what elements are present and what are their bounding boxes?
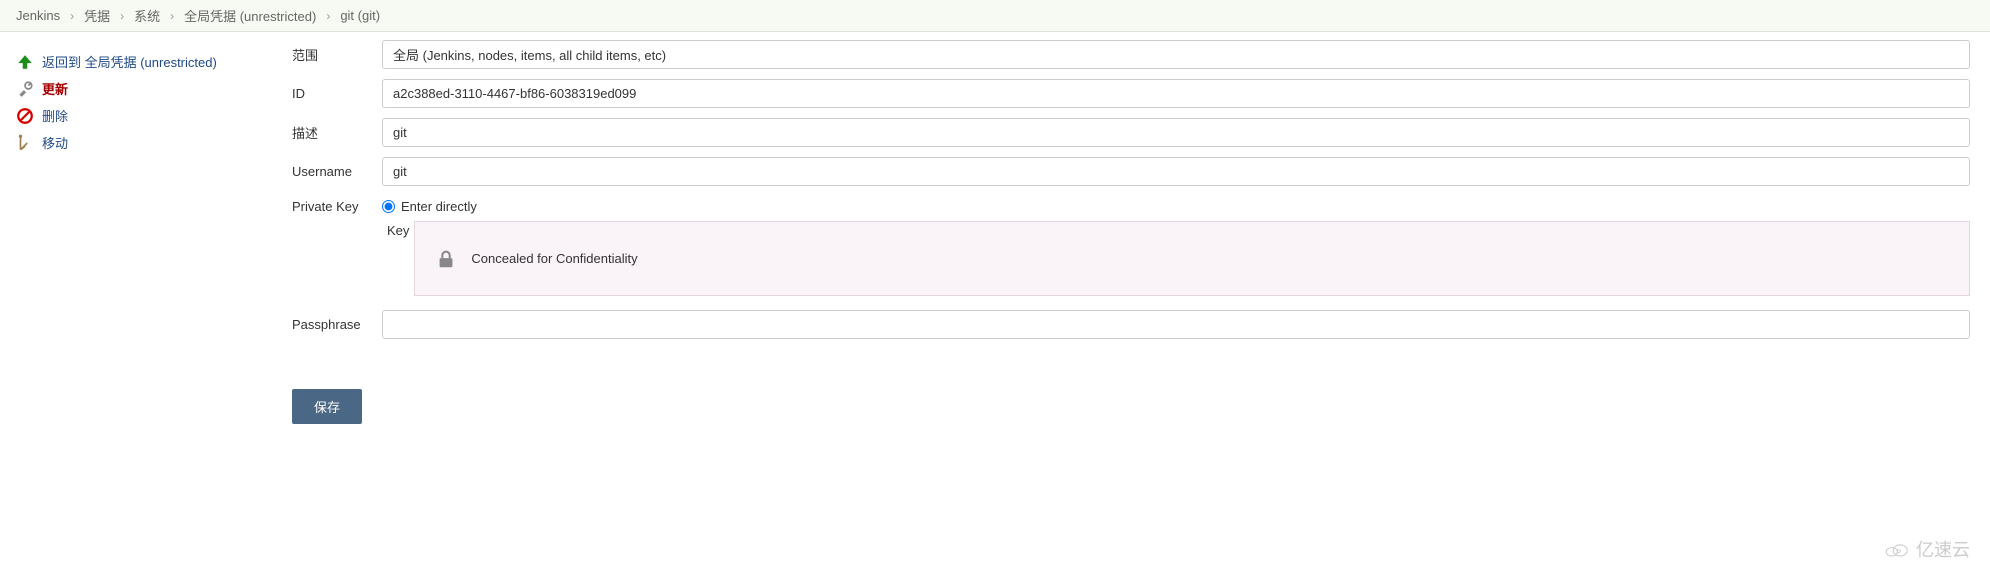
id-input[interactable] (382, 79, 1970, 108)
key-label: Key (382, 221, 414, 296)
chevron-right-icon: › (170, 9, 174, 23)
scope-label: 范围 (292, 45, 382, 64)
sidebar: 返回到 全局凭据 (unrestricted) 更新 删除 (0, 40, 280, 424)
breadcrumb-global[interactable]: 全局凭据 (unrestricted) (184, 6, 316, 25)
form-row-scope: 范围 (292, 40, 1970, 69)
watermark: 亿速云 (1882, 536, 1970, 562)
username-label: Username (292, 164, 382, 179)
sidebar-item-label: 移动 (42, 133, 68, 152)
main: 范围 ID 描述 Username Private Key (280, 40, 1990, 424)
passphrase-input[interactable] (382, 310, 1970, 339)
passphrase-label: Passphrase (292, 317, 382, 332)
breadcrumb: Jenkins › 凭据 › 系统 › 全局凭据 (unrestricted) … (0, 0, 1990, 32)
breadcrumb-git[interactable]: git (git) (340, 8, 380, 23)
form-row-privatekey: Private Key Enter directly Key (292, 196, 1970, 296)
id-label: ID (292, 86, 382, 101)
key-section: Key Concealed for Confidentiality (382, 221, 1970, 296)
username-input[interactable] (382, 157, 1970, 186)
sidebar-item-delete[interactable]: 删除 (16, 102, 264, 129)
breadcrumb-system[interactable]: 系统 (134, 6, 160, 25)
no-entry-icon (16, 107, 34, 125)
form-row-desc: 描述 (292, 118, 1970, 147)
sidebar-item-move[interactable]: 移动 (16, 129, 264, 156)
enter-directly-radio-row[interactable]: Enter directly (382, 196, 1970, 217)
concealed-text: Concealed for Confidentiality (471, 251, 637, 266)
sidebar-item-label: 删除 (42, 106, 68, 125)
gear-tools-icon (16, 80, 34, 98)
desc-input[interactable] (382, 118, 1970, 147)
enter-directly-radio[interactable] (382, 200, 395, 213)
desc-label: 描述 (292, 123, 382, 142)
form-row-username: Username (292, 157, 1970, 186)
enter-directly-label: Enter directly (401, 199, 477, 214)
key-concealed-box: Concealed for Confidentiality (414, 221, 1970, 296)
lock-icon (435, 248, 457, 270)
chevron-right-icon: › (70, 9, 74, 23)
sidebar-item-label: 更新 (42, 79, 68, 98)
chevron-right-icon: › (120, 9, 124, 23)
scope-input[interactable] (382, 40, 1970, 69)
sidebar-item-back[interactable]: 返回到 全局凭据 (unrestricted) (16, 48, 264, 75)
sidebar-item-label: 返回到 全局凭据 (unrestricted) (42, 52, 217, 71)
chevron-right-icon: › (326, 9, 330, 23)
form-row-id: ID (292, 79, 1970, 108)
save-button[interactable]: 保存 (292, 389, 362, 424)
content: 返回到 全局凭据 (unrestricted) 更新 删除 (0, 32, 1990, 424)
watermark-text: 亿速云 (1916, 536, 1970, 562)
up-arrow-icon (16, 53, 34, 71)
form-row-passphrase: Passphrase (292, 310, 1970, 339)
cloud-icon (1882, 538, 1910, 560)
move-icon (16, 134, 34, 152)
breadcrumb-credentials[interactable]: 凭据 (84, 6, 110, 25)
breadcrumb-jenkins[interactable]: Jenkins (16, 8, 60, 23)
privatekey-label: Private Key (292, 196, 382, 214)
sidebar-item-update[interactable]: 更新 (16, 75, 264, 102)
